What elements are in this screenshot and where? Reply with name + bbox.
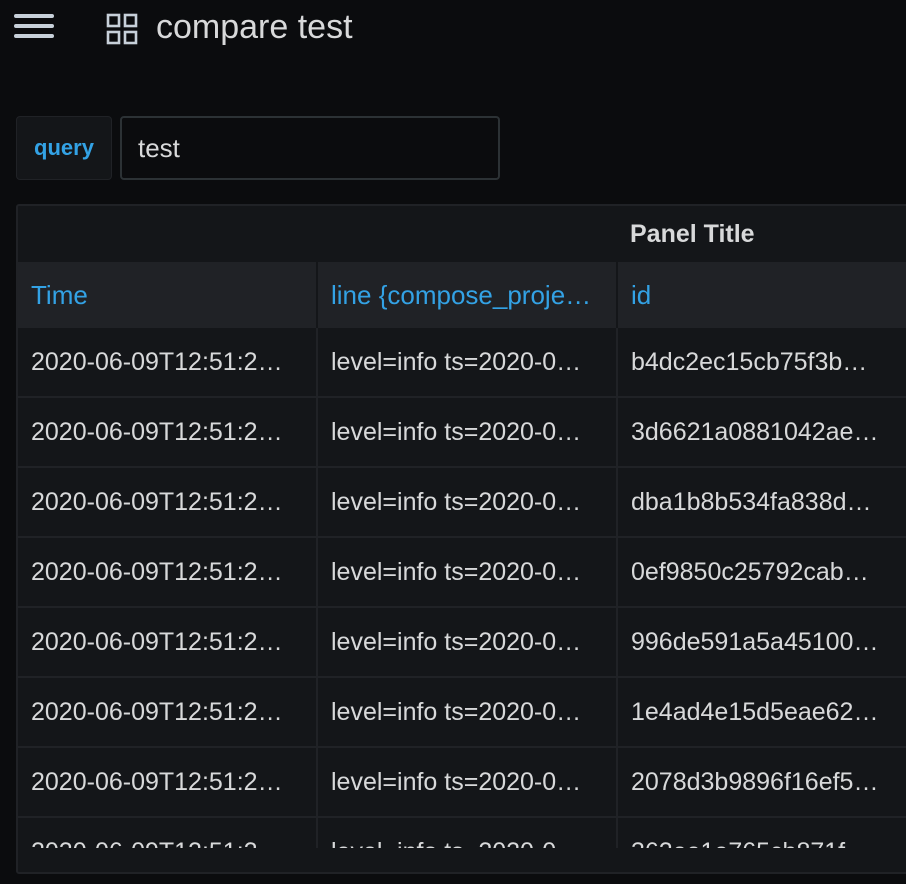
column-header-id[interactable]: id: [618, 262, 906, 328]
table-row: 2020-06-09T12:51:2… level=info ts=2020-0…: [18, 678, 906, 748]
cell-line: level=info ts=2020-0…: [318, 678, 618, 746]
hamburger-menu-icon[interactable]: [14, 12, 54, 40]
cell-line: level=info ts=2020-0…: [318, 608, 618, 676]
cell-line: level=info ts=2020-0…: [318, 538, 618, 606]
cell-id: dba1b8b534fa838d…: [631, 488, 872, 516]
cell-id: b4dc2ec15cb75f3b…: [631, 348, 868, 376]
cell-id: 2078d3b9896f16ef5…: [631, 768, 879, 796]
cell-id: 3d6621a0881042ae…: [631, 418, 879, 446]
table-panel: Panel Title Time line {compose_proje… id…: [16, 204, 906, 874]
cell-line: level=info ts=2020-0…: [318, 328, 618, 396]
table-row: 2020-06-09T12:51:2… level=info ts=2020-0…: [18, 608, 906, 678]
cell-time: 2020-06-09T12:51:2…: [18, 608, 318, 676]
cell-id: 0ef9850c25792cab…: [631, 558, 869, 586]
cell-line: level=info ts=2020-0…: [318, 748, 618, 816]
cell-time: 2020-06-09T12:51:2…: [18, 538, 318, 606]
cell-id: 362ee1e765cb871f…: [618, 818, 906, 848]
cell-id: 996de591a5a45100…: [631, 628, 879, 656]
cell-line: level=info ts=2020-0…: [318, 468, 618, 536]
table-row: 2020-06-09T12:51:2… level=info ts=2020-0…: [18, 468, 906, 538]
panel-title[interactable]: Panel Title: [630, 220, 755, 249]
column-header-line[interactable]: line {compose_proje…: [318, 262, 618, 328]
apps-grid-icon: [106, 13, 138, 45]
cell-time: 2020-06-09T12:51:2…: [18, 748, 318, 816]
cell-time: 2020-06-09T12:51:2…: [18, 678, 318, 746]
table-row: 2020-06-09T12:51:2… level=info ts=2020-0…: [18, 818, 906, 848]
cell-time: 2020-06-09T12:51:2…: [18, 818, 318, 848]
cell-line: level=info ts=2020-0…: [318, 818, 618, 848]
table-row: 2020-06-09T12:51:2… level=info ts=2020-0…: [18, 748, 906, 818]
table-row: 2020-06-09T12:51:2… level=info ts=2020-0…: [18, 538, 906, 608]
variable-input[interactable]: test: [120, 116, 500, 180]
cell-id: 1e4ad4e15d5eae62…: [631, 698, 879, 726]
cell-line: level=info ts=2020-0…: [318, 398, 618, 466]
table-header: Time line {compose_proje… id: [18, 262, 906, 328]
table-row: 2020-06-09T12:51:2… level=info ts=2020-0…: [18, 328, 906, 398]
variable-label[interactable]: query: [16, 116, 112, 180]
cell-time: 2020-06-09T12:51:2…: [18, 398, 318, 466]
cell-time: 2020-06-09T12:51:2…: [18, 468, 318, 536]
table-row: 2020-06-09T12:51:2… level=info ts=2020-0…: [18, 398, 906, 468]
dashboard-title[interactable]: compare test: [156, 8, 353, 47]
data-table: Time line {compose_proje… id 2020-06-09T…: [18, 262, 906, 848]
column-header-time[interactable]: Time: [18, 262, 318, 328]
cell-time: 2020-06-09T12:51:2…: [18, 328, 318, 396]
top-navbar: compare test: [0, 0, 906, 60]
